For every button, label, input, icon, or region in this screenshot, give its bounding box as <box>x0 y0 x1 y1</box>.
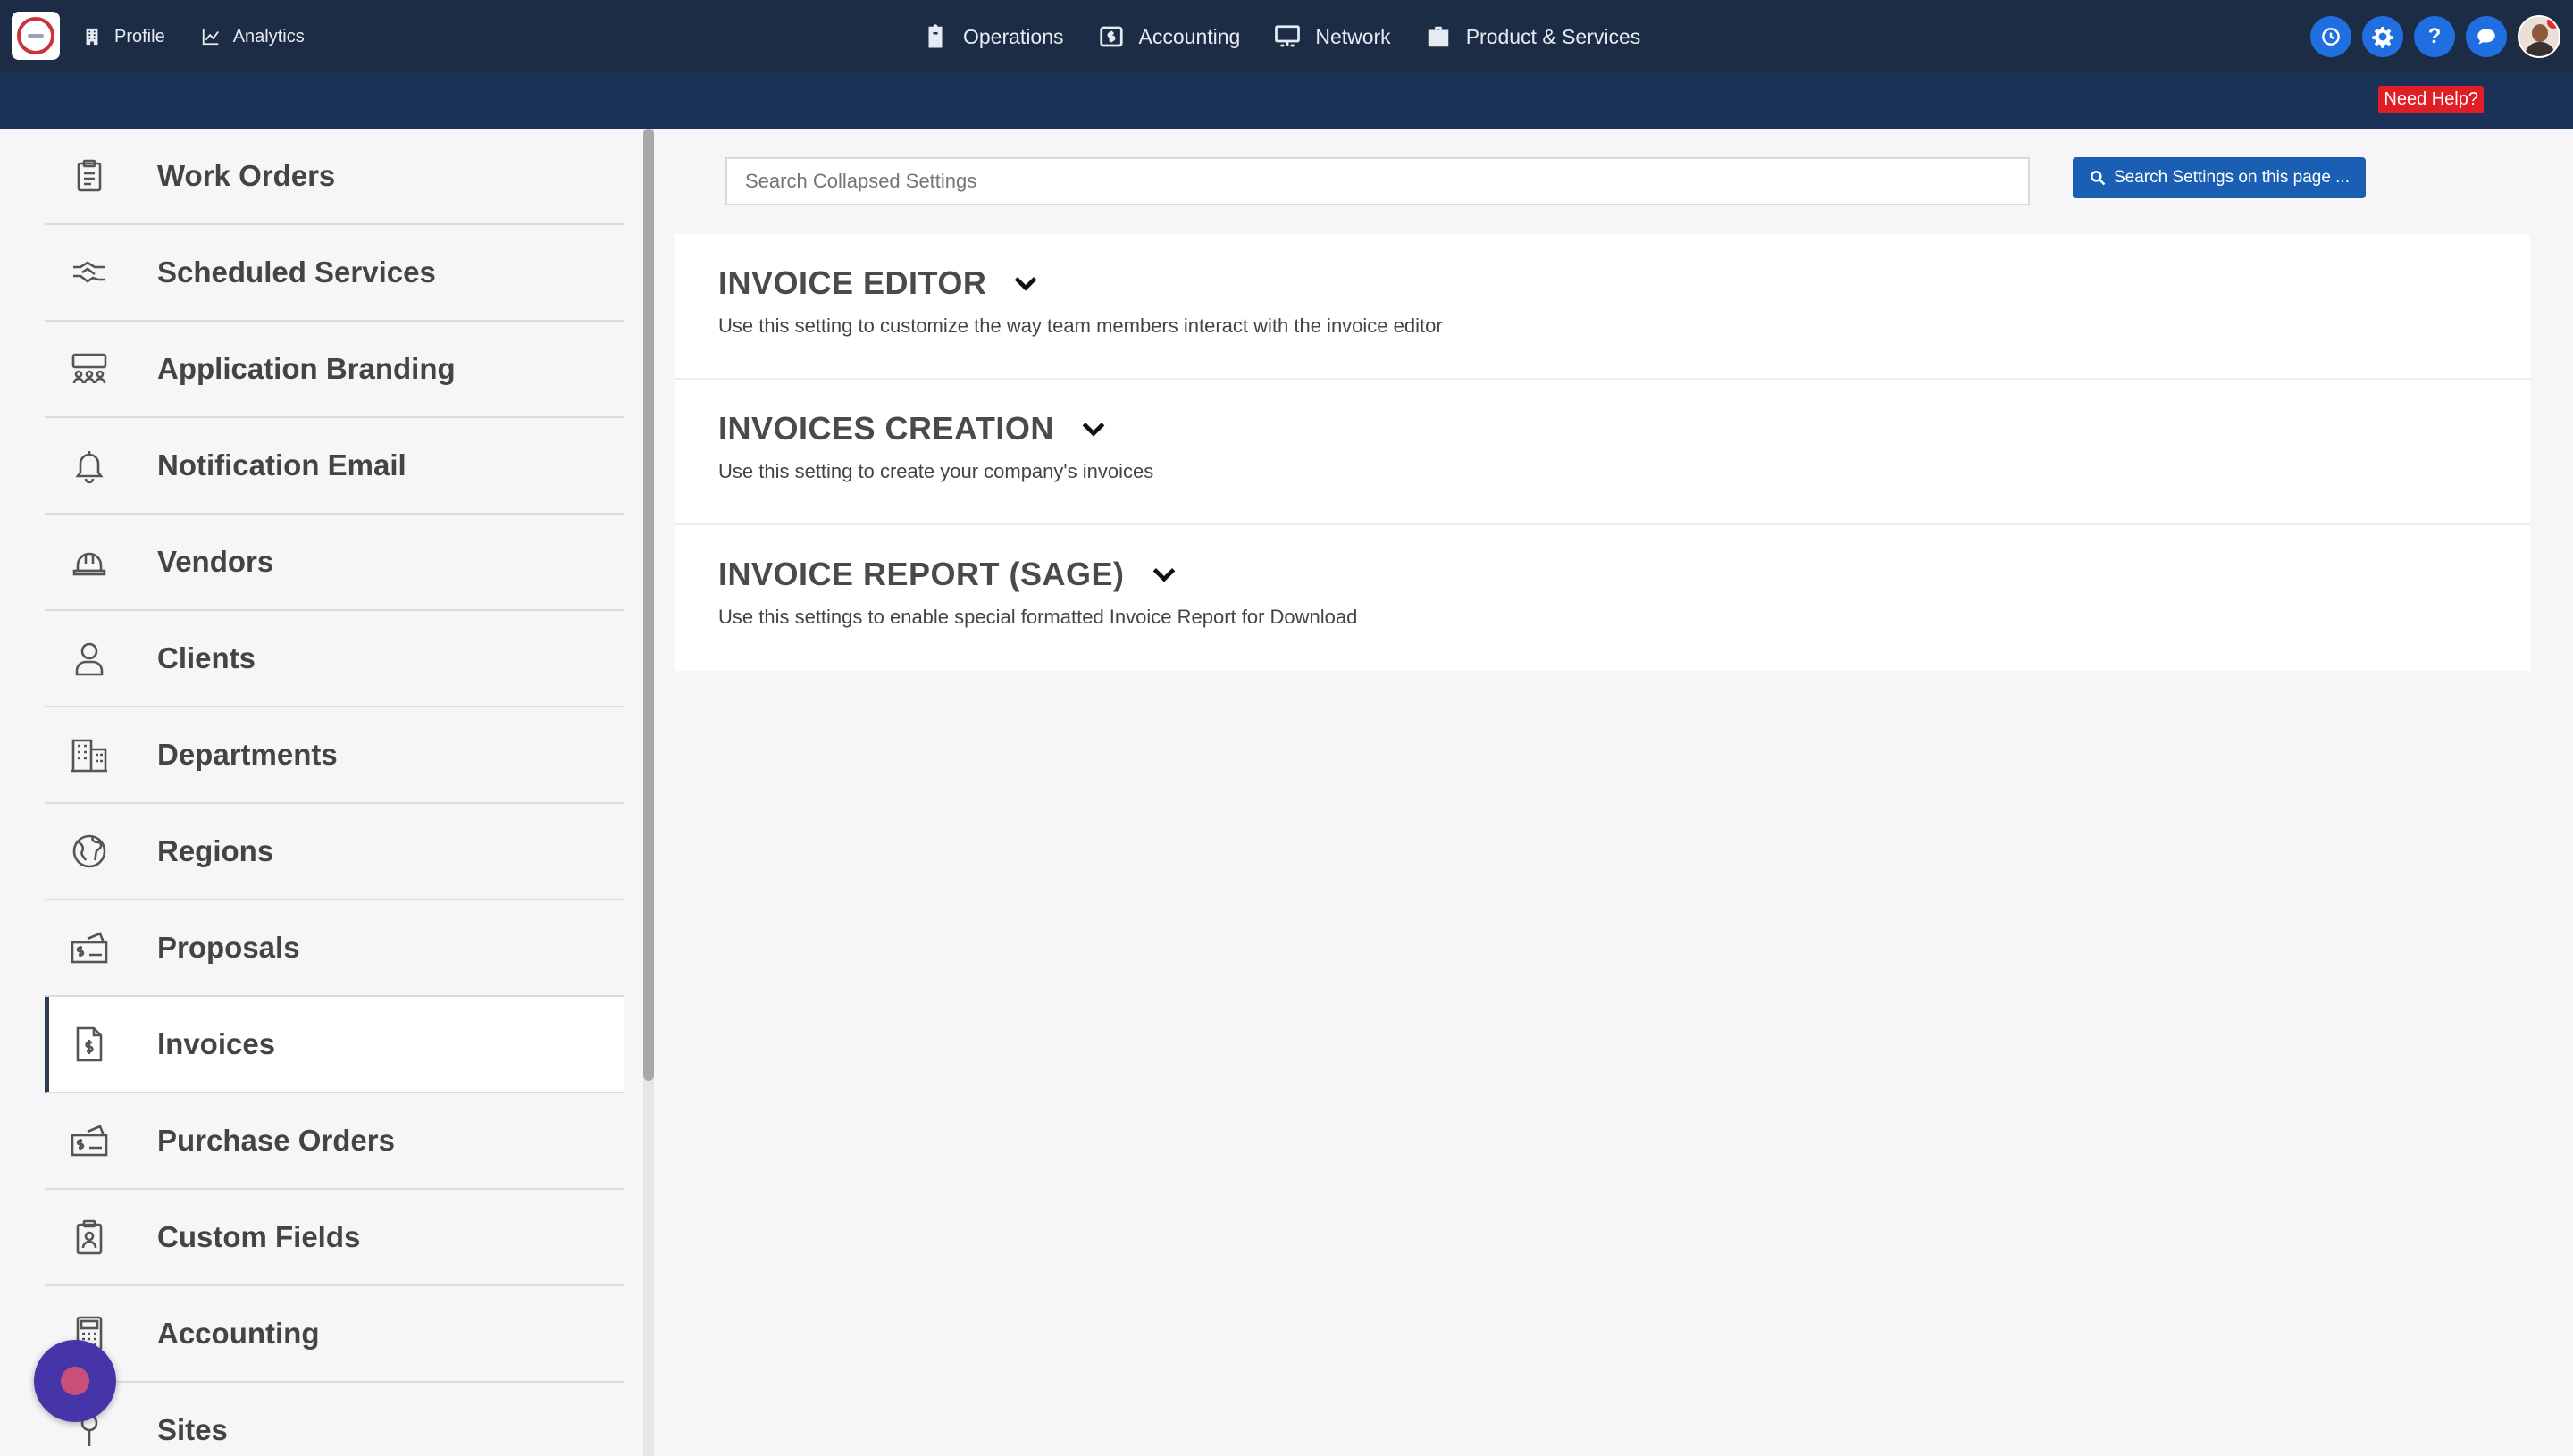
nav-accounting-label: Accounting <box>1138 24 1241 48</box>
search-icon <box>2091 171 2106 186</box>
users-group-icon <box>66 346 113 392</box>
sidebar-item-regions[interactable]: Regions <box>45 804 624 900</box>
chat-button[interactable] <box>2466 16 2507 57</box>
nav-analytics[interactable]: Analytics <box>201 27 305 47</box>
notification-dot <box>2547 17 2559 29</box>
nav-operations[interactable]: Operations <box>922 23 1064 50</box>
handshake-icon <box>66 249 113 296</box>
sidebar-item-vendors[interactable]: Vendors <box>45 515 624 611</box>
sidebar-item-label: Clients <box>157 641 256 674</box>
building-icon <box>86 28 98 46</box>
network-icon <box>1275 25 1301 47</box>
user-icon <box>66 635 113 682</box>
sidebar-item-work-orders[interactable]: Work Orders <box>45 129 624 225</box>
sidebar-item-label: Accounting <box>157 1317 320 1350</box>
invoice-icon <box>66 1021 113 1067</box>
chart-line-icon <box>202 29 219 46</box>
timer-button[interactable] <box>2310 16 2351 57</box>
sidebar-item-label: Regions <box>157 834 274 867</box>
money-box-icon <box>1099 26 1123 47</box>
clipboard-user-icon <box>66 1214 113 1260</box>
section-header[interactable]: INVOICE REPORT (SAGE) <box>718 556 1178 593</box>
clipboard-icon <box>928 24 943 48</box>
money-sign-icon <box>66 1117 113 1164</box>
sidebar-item-scheduled-services[interactable]: Scheduled Services <box>45 225 624 322</box>
nav-product-services[interactable]: Product & Services <box>1425 23 1641 50</box>
building-icon <box>66 732 113 778</box>
sidebar-item-label: Scheduled Services <box>157 255 436 289</box>
sidebar-item-label: Invoices <box>157 1027 276 1060</box>
sidebar-item-label: Work Orders <box>157 159 336 192</box>
nav-accounting[interactable]: Accounting <box>1098 23 1241 50</box>
sidebar-item-invoices[interactable]: Invoices <box>45 997 624 1093</box>
settings-section-invoice-report-sage: INVOICE REPORT (SAGE) Use this settings … <box>675 525 2530 671</box>
question-icon: ? <box>2427 24 2442 48</box>
sidebar-item-departments[interactable]: Departments <box>45 707 624 804</box>
top-navbar: Profile Analytics Operations Accounting … <box>0 0 2573 73</box>
nav-network[interactable]: Network <box>1274 23 1391 50</box>
section-title: INVOICE REPORT (SAGE) <box>718 556 1125 592</box>
sidebar-item-label: Vendors <box>157 545 274 578</box>
gear-icon <box>2372 27 2393 48</box>
floating-assistant-button[interactable] <box>34 1340 116 1422</box>
sidebar-item-clients[interactable]: Clients <box>45 611 624 707</box>
center-nav: Operations Accounting Network Product & … <box>922 0 1640 73</box>
section-title: INVOICE EDITOR <box>718 264 987 301</box>
chevron-down-icon[interactable] <box>1011 269 1040 297</box>
sidebar-item-label: Application Branding <box>157 352 456 385</box>
right-nav: ? <box>2310 0 2560 73</box>
search-settings-button-label: Search Settings on this page ... <box>2113 168 2351 187</box>
sub-header-bar: Need Help? <box>0 73 2573 129</box>
section-description: Use this setting to customize the way te… <box>718 314 1443 337</box>
settings-section-invoices-creation: INVOICES CREATION Use this setting to cr… <box>675 380 2530 525</box>
nav-profile-label: Profile <box>114 26 165 46</box>
chevron-down-icon[interactable] <box>1079 414 1108 443</box>
sidebar-item-accounting[interactable]: Accounting <box>45 1286 624 1383</box>
sidebar-item-label: Proposals <box>157 931 300 964</box>
settings-section-invoice-editor: INVOICE EDITOR Use this setting to custo… <box>675 234 2530 380</box>
sidebar-item-sites[interactable]: Sites <box>45 1383 624 1456</box>
help-button[interactable]: ? <box>2414 16 2455 57</box>
settings-sidebar: Work Orders Scheduled Services Applicati… <box>0 129 643 1456</box>
nav-operations-label: Operations <box>963 24 1064 48</box>
company-logo[interactable] <box>12 12 60 60</box>
section-title: INVOICES CREATION <box>718 410 1054 447</box>
sidebar-item-label: Custom Fields <box>157 1220 361 1253</box>
left-nav: Profile Analytics <box>82 0 305 73</box>
bell-icon <box>66 442 113 489</box>
user-avatar[interactable] <box>2518 15 2560 58</box>
chat-bubble-icon <box>2477 29 2495 45</box>
chevron-down-icon[interactable] <box>1150 560 1178 589</box>
sidebar-item-label: Departments <box>157 738 338 771</box>
settings-panel: INVOICE EDITOR Use this setting to custo… <box>675 234 2530 671</box>
section-header[interactable]: INVOICE EDITOR <box>718 264 1040 302</box>
sidebar-item-purchase-orders[interactable]: Purchase Orders <box>45 1093 624 1190</box>
sidebar-item-label: Purchase Orders <box>157 1124 395 1157</box>
sidebar-item-application-branding[interactable]: Application Branding <box>45 322 624 418</box>
settings-button[interactable] <box>2362 16 2403 57</box>
sidebar-scrollbar-thumb[interactable] <box>643 129 654 1081</box>
nav-profile[interactable]: Profile <box>82 27 165 47</box>
section-header[interactable]: INVOICES CREATION <box>718 410 1108 448</box>
search-collapsed-settings-input[interactable] <box>725 157 2030 205</box>
briefcase-icon <box>1428 26 1448 47</box>
clipboard-list-icon <box>66 153 113 199</box>
section-description: Use this settings to enable special form… <box>718 606 1358 628</box>
nav-product-services-label: Product & Services <box>1465 24 1641 48</box>
sidebar-item-proposals[interactable]: Proposals <box>45 900 624 997</box>
sidebar-item-custom-fields[interactable]: Custom Fields <box>45 1190 624 1286</box>
sidebar-item-label: Sites <box>157 1413 228 1446</box>
sidebar-item-label: Notification Email <box>157 448 406 481</box>
nav-analytics-label: Analytics <box>232 26 305 46</box>
hard-hat-icon <box>66 539 113 585</box>
money-sign-icon <box>66 925 113 971</box>
sidebar-item-notification-email[interactable]: Notification Email <box>45 418 624 515</box>
need-help-button[interactable]: Need Help? <box>2378 86 2484 113</box>
nav-network-label: Network <box>1315 24 1391 48</box>
section-description: Use this setting to create your company'… <box>718 460 1154 482</box>
search-settings-button[interactable]: Search Settings on this page ... <box>2073 157 2366 198</box>
globe-icon <box>66 828 113 874</box>
clock-icon <box>2322 28 2340 46</box>
